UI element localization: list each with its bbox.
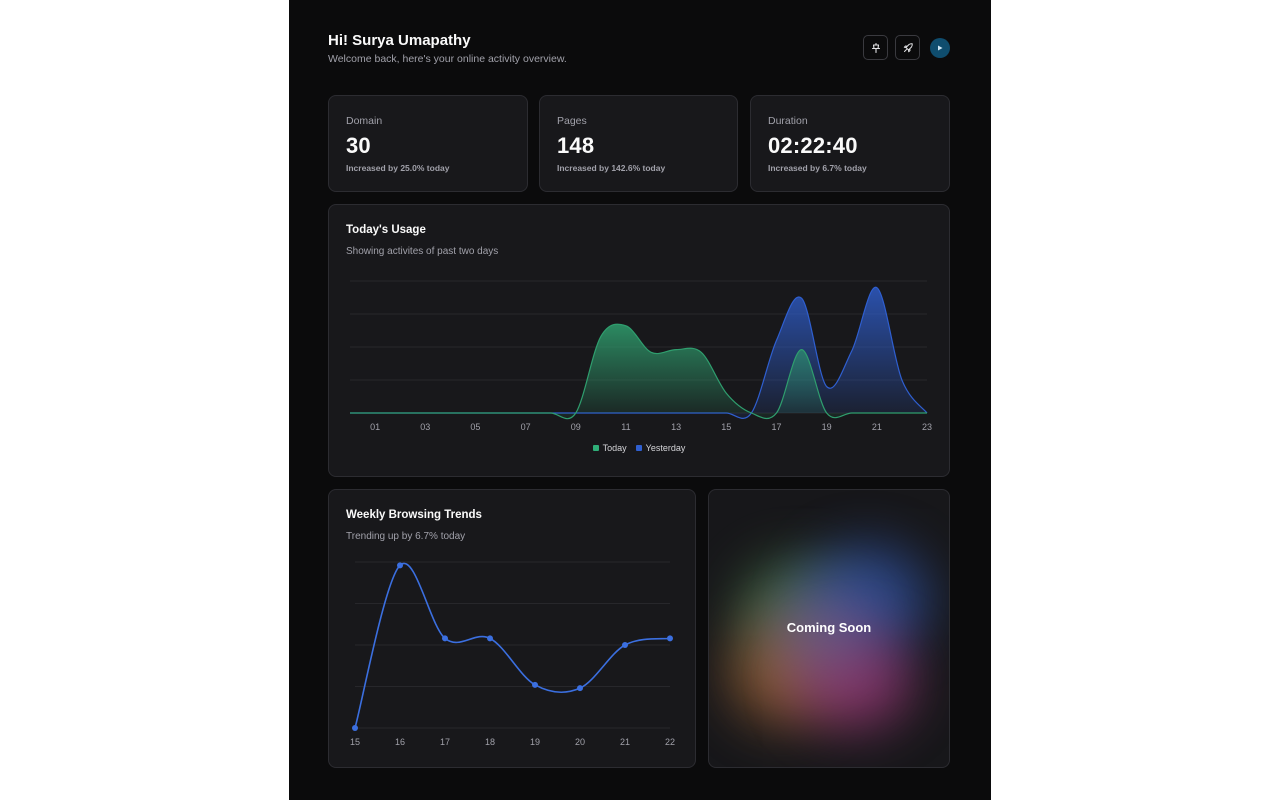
rocket-icon <box>903 42 913 52</box>
greeting-title: Hi! Surya Umapathy <box>328 32 471 49</box>
data-point <box>532 681 538 688</box>
stat-note: Increased by 142.6% today <box>557 163 666 173</box>
x-tick-label: 23 <box>922 422 932 432</box>
weekly-chart: 15 16 17 18 19 20 21 22 <box>350 561 675 747</box>
x-tick-label: 21 <box>872 422 882 432</box>
x-tick-label: 11 <box>621 422 630 432</box>
stat-note: Increased by 25.0% today <box>346 163 450 173</box>
legend-swatch <box>635 445 642 451</box>
x-tick-label: 13 <box>671 422 681 432</box>
data-point <box>667 635 673 642</box>
usage-card: Today's Usage Showing activites of past … <box>328 204 950 477</box>
stat-note: Increased by 6.7% today <box>768 163 867 173</box>
legend-swatch <box>592 445 599 451</box>
x-tick-label: 15 <box>350 737 360 747</box>
data-point <box>487 635 493 642</box>
x-tick-label: 19 <box>822 422 832 432</box>
data-point <box>442 635 448 642</box>
x-tick-label: 17 <box>440 737 450 747</box>
stat-card-pages: Pages 148 Increased by 142.6% today <box>539 95 738 192</box>
stat-value: 02:22:40 <box>768 133 858 158</box>
coming-soon-card: Coming Soon <box>708 489 950 768</box>
legend-item-yesterday: Yesterday <box>635 443 686 453</box>
usage-chart: 01 03 05 07 09 11 13 15 17 19 21 23 <box>349 280 932 432</box>
coming-soon-label: Coming Soon <box>786 620 872 635</box>
rocket-button[interactable] <box>895 35 920 60</box>
stat-label: Pages <box>557 115 587 127</box>
avatar-glyph-icon <box>938 45 943 50</box>
stat-card-domain: Domain 30 Increased by 25.0% today <box>328 95 528 192</box>
stat-value: 148 <box>557 133 595 158</box>
weekly-card: Weekly Browsing Trends Trending up by 6.… <box>328 489 696 768</box>
legend-item-today: Today <box>592 443 627 453</box>
page-header: Hi! Surya Umapathy Welcome back, here's … <box>328 32 567 66</box>
legend-label: Yesterday <box>645 443 686 453</box>
x-tick-label: 15 <box>721 422 731 432</box>
x-tick-label: 09 <box>571 422 581 432</box>
data-point <box>577 685 583 692</box>
greeting-subtitle: Welcome back, here's your online activit… <box>328 53 567 65</box>
x-tick-label: 19 <box>530 737 540 747</box>
stat-label: Duration <box>768 115 808 127</box>
legend-label: Today <box>602 443 627 453</box>
x-tick-label: 16 <box>395 737 405 747</box>
pin-button[interactable] <box>863 35 888 60</box>
x-tick-label: 20 <box>575 737 585 747</box>
avatar[interactable] <box>930 37 950 58</box>
x-tick-label: 03 <box>420 422 430 432</box>
x-tick-label: 22 <box>665 737 675 747</box>
pin-icon <box>871 42 880 53</box>
data-point <box>622 642 628 648</box>
x-tick-label: 07 <box>521 422 531 432</box>
data-point <box>352 725 358 731</box>
stat-value: 30 <box>346 133 371 158</box>
x-tick-label: 01 <box>370 422 380 432</box>
x-tick-label: 18 <box>485 737 495 747</box>
stat-label: Domain <box>346 115 383 127</box>
x-tick-label: 17 <box>771 422 781 432</box>
x-tick-label: 21 <box>620 737 630 747</box>
usage-legend: Today Yesterday <box>329 443 949 453</box>
stat-card-duration: Duration 02:22:40 Increased by 6.7% toda… <box>750 95 950 192</box>
header-actions <box>863 35 950 60</box>
data-point <box>397 562 403 569</box>
x-tick-label: 05 <box>470 422 480 432</box>
